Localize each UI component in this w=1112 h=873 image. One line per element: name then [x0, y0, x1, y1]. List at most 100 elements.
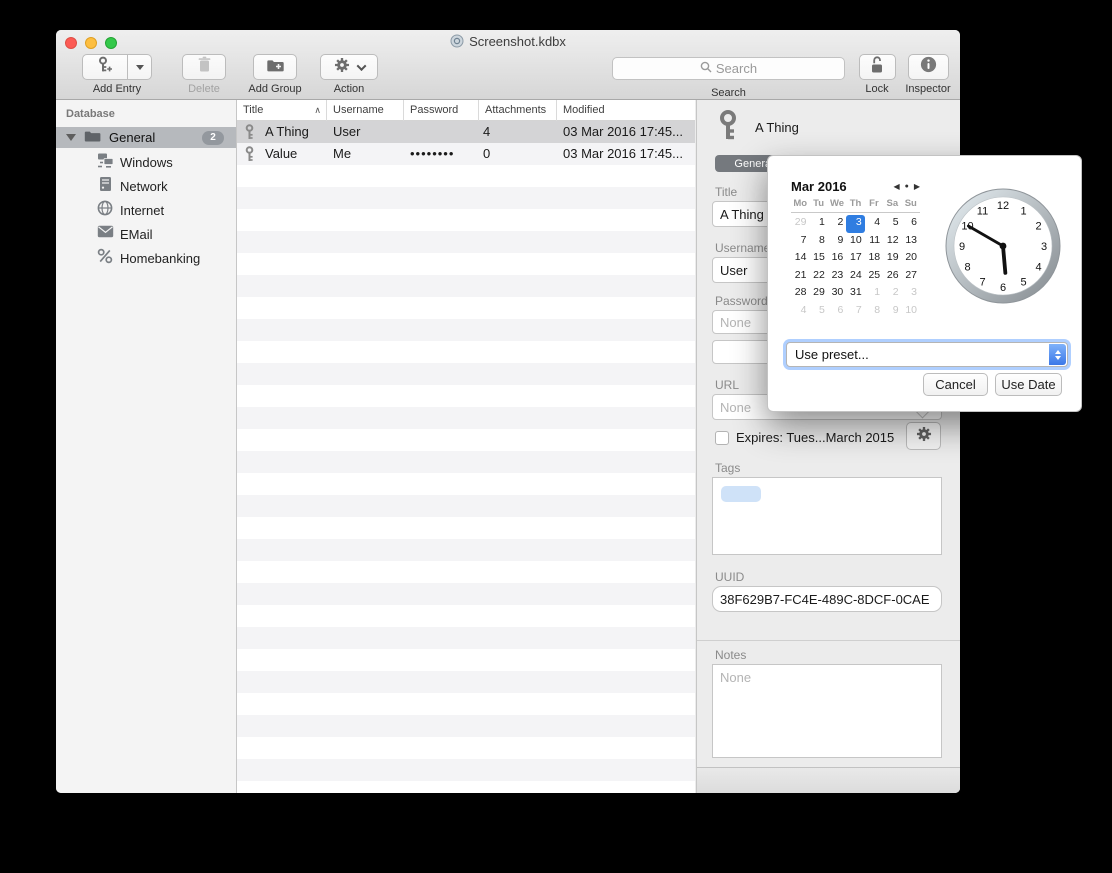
preset-select[interactable]: Use preset...	[786, 342, 1068, 367]
search-input[interactable]: Search	[612, 57, 845, 80]
sidebar-item-email[interactable]: EMail	[56, 222, 236, 246]
disclosure-triangle-icon[interactable]	[66, 134, 76, 141]
document-proxy-icon	[450, 34, 464, 51]
tags-field[interactable]	[712, 477, 942, 555]
calendar-day[interactable]: 17	[846, 250, 864, 268]
calendar-month-label: Mar 2016	[791, 179, 847, 194]
hour-hand[interactable]	[1003, 246, 1005, 273]
sidebar-item-windows[interactable]: Windows	[56, 150, 236, 174]
calendar-day[interactable]: 14	[791, 250, 809, 268]
sidebar: Database General 2 Windows Network Inter…	[56, 100, 237, 793]
sidebar-item-internet[interactable]: Internet	[56, 198, 236, 222]
calendar-day[interactable]: 6	[828, 303, 846, 321]
sidebar-item-label: Internet	[120, 203, 164, 218]
date-picker-popover: Mar 2016 ◀ ● ▶ MoTuWeThFrSaSu 2912345678…	[767, 155, 1082, 412]
calendar-day[interactable]: 25	[865, 268, 883, 286]
envelope-icon	[96, 225, 114, 243]
uuid-field[interactable]	[712, 586, 942, 612]
next-month-button[interactable]: ▶	[914, 182, 920, 191]
weekday-label: Su	[902, 198, 920, 209]
add-group-button[interactable]	[253, 54, 297, 80]
calendar-day[interactable]: 22	[809, 268, 827, 286]
key-icon	[244, 146, 255, 162]
calendar-day[interactable]: 24	[846, 268, 864, 286]
svg-text:12: 12	[997, 200, 1009, 212]
inspector-button[interactable]	[908, 54, 949, 80]
calendar-day[interactable]: 15	[809, 250, 827, 268]
calendar-day[interactable]: 16	[828, 250, 846, 268]
add-entry-dropdown-button[interactable]	[128, 54, 152, 80]
calendar-day[interactable]: 4	[865, 215, 883, 233]
use-date-button[interactable]: Use Date	[995, 373, 1062, 396]
sidebar-item-network[interactable]: Network	[56, 174, 236, 198]
calendar-day[interactable]: 8	[865, 303, 883, 321]
column-header-title[interactable]: Title∧	[237, 100, 327, 121]
calendar-day[interactable]: 27	[902, 268, 920, 286]
calendar-day[interactable]: 2	[883, 285, 901, 303]
expiry-date-picker-button[interactable]	[906, 422, 941, 450]
calendar-day[interactable]: 9	[883, 303, 901, 321]
calendar-day[interactable]: 12	[883, 233, 901, 251]
analog-clock[interactable]: 123456789101112	[943, 186, 1063, 306]
notes-field[interactable]	[712, 664, 942, 758]
calendar-day[interactable]: 5	[809, 303, 827, 321]
calendar-day[interactable]: 31	[846, 285, 864, 303]
calendar-day[interactable]: 19	[883, 250, 901, 268]
calendar-day[interactable]: 10	[902, 303, 920, 321]
sidebar-item-general[interactable]: General 2	[56, 127, 236, 148]
tag-chip[interactable]	[721, 486, 761, 502]
column-header-modified[interactable]: Modified	[557, 100, 695, 121]
entry-table-body: A ThingUser403 Mar 2016 17:45...ValueMe•…	[237, 121, 695, 165]
calendar-day[interactable]: 30	[828, 285, 846, 303]
cell-title: A Thing	[265, 121, 309, 143]
calendar-day[interactable]: 20	[902, 250, 920, 268]
lock-button[interactable]	[859, 54, 896, 80]
calendar-day[interactable]: 29	[809, 285, 827, 303]
sidebar-item-homebanking[interactable]: Homebanking	[56, 246, 236, 270]
calendar-day[interactable]: 26	[883, 268, 901, 286]
calendar-day[interactable]: 10	[846, 233, 864, 251]
folder-plus-icon	[266, 57, 284, 77]
calendar-day[interactable]: 6	[902, 215, 920, 233]
lock-label: Lock	[856, 83, 898, 95]
table-row[interactable]: ValueMe••••••••003 Mar 2016 17:45...	[237, 143, 695, 165]
calendar-day[interactable]: 4	[791, 303, 809, 321]
inspector-entry-title: A Thing	[755, 120, 799, 135]
calendar-day[interactable]: 7	[846, 303, 864, 321]
calendar-weekday-row: MoTuWeThFrSaSu	[791, 198, 920, 213]
cell-username: Me	[333, 143, 351, 165]
table-row[interactable]: A ThingUser403 Mar 2016 17:45...	[237, 121, 695, 143]
calendar-day[interactable]: 3	[902, 285, 920, 303]
calendar-day[interactable]: 28	[791, 285, 809, 303]
calendar-day[interactable]: 5	[883, 215, 901, 233]
action-button[interactable]	[320, 54, 378, 80]
uuid-label: UUID	[715, 570, 744, 584]
search-icon	[700, 61, 712, 76]
calendar-day[interactable]: 23	[828, 268, 846, 286]
delete-button[interactable]	[182, 54, 226, 80]
calendar-day[interactable]: 9	[828, 233, 846, 251]
previous-month-button[interactable]: ◀	[893, 182, 899, 191]
column-header-username[interactable]: Username	[327, 100, 404, 121]
today-button[interactable]: ●	[905, 183, 909, 190]
calendar-day[interactable]: 21	[791, 268, 809, 286]
calendar-day[interactable]: 11	[865, 233, 883, 251]
calendar-day[interactable]: 29	[791, 215, 809, 233]
entry-table: Title∧ Username Password Attachments Mod…	[237, 100, 695, 793]
cell-attachments: 4	[483, 121, 490, 143]
calendar-day[interactable]: 18	[865, 250, 883, 268]
column-header-password[interactable]: Password	[404, 100, 479, 121]
calendar-day[interactable]: 13	[902, 233, 920, 251]
column-header-attachments[interactable]: Attachments	[479, 100, 557, 121]
entry-count-badge: 2	[202, 131, 224, 145]
add-entry-button[interactable]	[82, 54, 152, 80]
calendar-day[interactable]: 7	[791, 233, 809, 251]
calendar-day[interactable]: 1	[809, 215, 827, 233]
calendar-day[interactable]: 2	[828, 215, 846, 233]
calendar-day-selected[interactable]: 3	[846, 215, 864, 233]
calendar-day[interactable]: 8	[809, 233, 827, 251]
window-title-bar: Screenshot.kdbx	[56, 34, 960, 51]
expires-checkbox[interactable]	[715, 431, 729, 445]
cancel-button[interactable]: Cancel	[923, 373, 988, 396]
calendar-day[interactable]: 1	[865, 285, 883, 303]
